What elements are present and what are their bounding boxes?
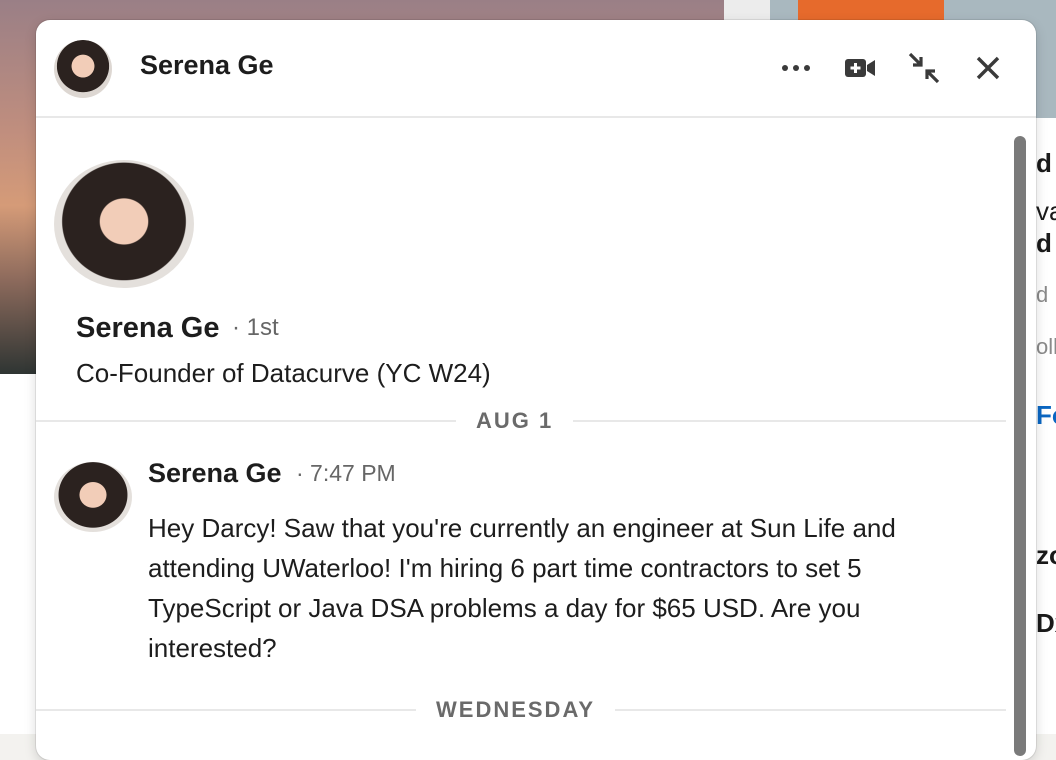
background-banner bbox=[798, 0, 944, 22]
background-text: va bbox=[1036, 196, 1056, 226]
message-avatar[interactable] bbox=[54, 462, 132, 532]
video-call-icon bbox=[845, 59, 875, 77]
date-divider: AUG 1 bbox=[456, 408, 574, 434]
close-icon bbox=[976, 56, 1000, 80]
close-button[interactable] bbox=[968, 50, 1008, 86]
background-text: Dx bbox=[1036, 608, 1056, 638]
minimize-button[interactable] bbox=[904, 50, 944, 86]
avatar[interactable] bbox=[54, 40, 112, 98]
video-call-button[interactable] bbox=[840, 50, 880, 86]
chat-title[interactable]: Serena Ge bbox=[140, 50, 274, 81]
chat-header[interactable]: Serena Ge bbox=[36, 20, 1036, 118]
message-sender[interactable]: Serena Ge bbox=[148, 458, 282, 489]
profile-avatar[interactable] bbox=[54, 160, 194, 288]
background-link[interactable]: Fo bbox=[1036, 400, 1056, 431]
background-text: d bbox=[1036, 282, 1049, 307]
background-text: d bbox=[1036, 148, 1052, 178]
message-timestamp: · 7:47 PM bbox=[296, 460, 396, 486]
scrollbar[interactable] bbox=[1014, 136, 1026, 756]
conversation-pane[interactable]: Serena Ge · 1st Co-Founder of Datacurve … bbox=[36, 118, 1006, 758]
date-divider: WEDNESDAY bbox=[416, 697, 615, 723]
more-options-button[interactable] bbox=[776, 50, 816, 86]
connection-degree: · 1st bbox=[232, 314, 279, 341]
message-text: Hey Darcy! Saw that you're currently an … bbox=[148, 513, 896, 663]
profile-name[interactable]: Serena Ge bbox=[76, 312, 219, 345]
minimize-icon bbox=[908, 52, 940, 84]
background-text: zo bbox=[1036, 540, 1056, 570]
chat-window: Serena Ge Serena Ge · 1st Co-Founder of … bbox=[36, 20, 1036, 760]
profile-headline: Co-Founder of Datacurve (YC W24) bbox=[76, 358, 491, 388]
more-icon bbox=[782, 65, 810, 71]
background-text: olle bbox=[1036, 334, 1056, 359]
background-text: d bbox=[1036, 228, 1052, 258]
